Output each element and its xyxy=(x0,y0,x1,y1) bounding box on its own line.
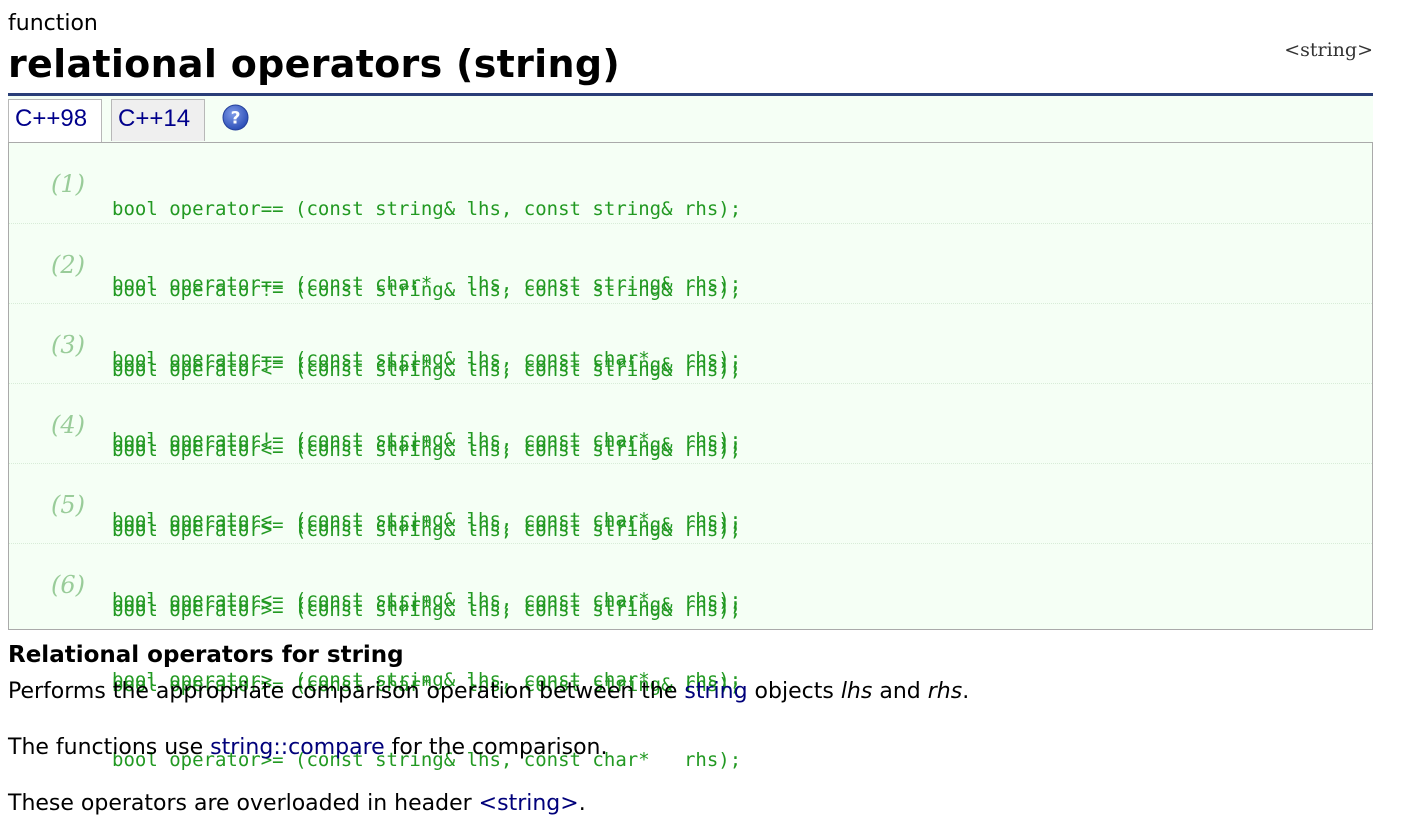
text-run: for the comparison. xyxy=(384,735,608,760)
text-run: . xyxy=(962,679,970,704)
description-paragraph-1: Performs the appropriate comparison oper… xyxy=(8,678,969,706)
prototype-line: bool operator> (const string& lhs, const… xyxy=(112,519,742,541)
overload-number: (1) xyxy=(51,170,85,198)
text-run: objects xyxy=(747,679,841,704)
rhs-param: rhs xyxy=(927,679,963,704)
overload-number: (4) xyxy=(51,411,85,439)
version-tabbar: C++98 C++14 ? xyxy=(8,96,1373,143)
description-paragraph-3: These operators are overloaded in header… xyxy=(8,790,586,818)
string-link[interactable]: string xyxy=(684,679,747,704)
text-run: . xyxy=(578,791,586,816)
string-compare-link[interactable]: string::compare xyxy=(210,735,385,760)
overload-group-5: (5) bool operator> (const string& lhs, c… xyxy=(9,463,1372,691)
overload-number: (6) xyxy=(51,571,85,599)
overload-group-2: (2) bool operator!= (const string& lhs, … xyxy=(9,223,1372,451)
text-run: The functions use xyxy=(8,735,211,760)
svg-text:?: ? xyxy=(231,109,241,129)
overload-group-1: (1) bool operator== (const string& lhs, … xyxy=(9,143,1372,370)
prototype-line: bool operator<= (const string& lhs, cons… xyxy=(112,439,742,461)
section-heading: Relational operators for string xyxy=(8,642,404,668)
text-run: Performs the appropriate comparison oper… xyxy=(8,679,685,704)
text-run: and xyxy=(872,679,928,704)
overload-number: (2) xyxy=(51,251,85,279)
page-kind: function xyxy=(8,11,98,36)
overload-group-6: (6) bool operator>= (const string& lhs, … xyxy=(9,543,1372,771)
page-title: relational operators (string) xyxy=(8,42,620,86)
prototype-line: bool operator== (const string& lhs, cons… xyxy=(112,198,742,220)
tab-cpp98[interactable]: C++98 xyxy=(8,99,102,143)
string-header-link[interactable]: <string> xyxy=(479,791,579,816)
overload-group-3: (3) bool operator< (const string& lhs, c… xyxy=(9,303,1372,531)
prototype-line: bool operator>= (const string& lhs, cons… xyxy=(112,599,742,621)
overload-group-4: (4) bool operator<= (const string& lhs, … xyxy=(9,383,1372,611)
description-paragraph-2: The functions use string::compare for th… xyxy=(8,734,607,762)
tab-cpp14[interactable]: C++14 xyxy=(111,99,205,141)
overload-number: (3) xyxy=(51,331,85,359)
prototype-line: bool operator< (const string& lhs, const… xyxy=(112,359,742,381)
prototype-box: (1) bool operator== (const string& lhs, … xyxy=(8,142,1373,771)
text-run: These operators are overloaded in header xyxy=(8,791,479,816)
header-link[interactable]: <string> xyxy=(1284,38,1373,62)
question-circle-icon[interactable]: ? xyxy=(222,104,249,131)
overload-number: (5) xyxy=(51,491,85,519)
prototype-line: bool operator!= (const string& lhs, cons… xyxy=(112,279,742,301)
lhs-param: lhs xyxy=(840,679,873,704)
